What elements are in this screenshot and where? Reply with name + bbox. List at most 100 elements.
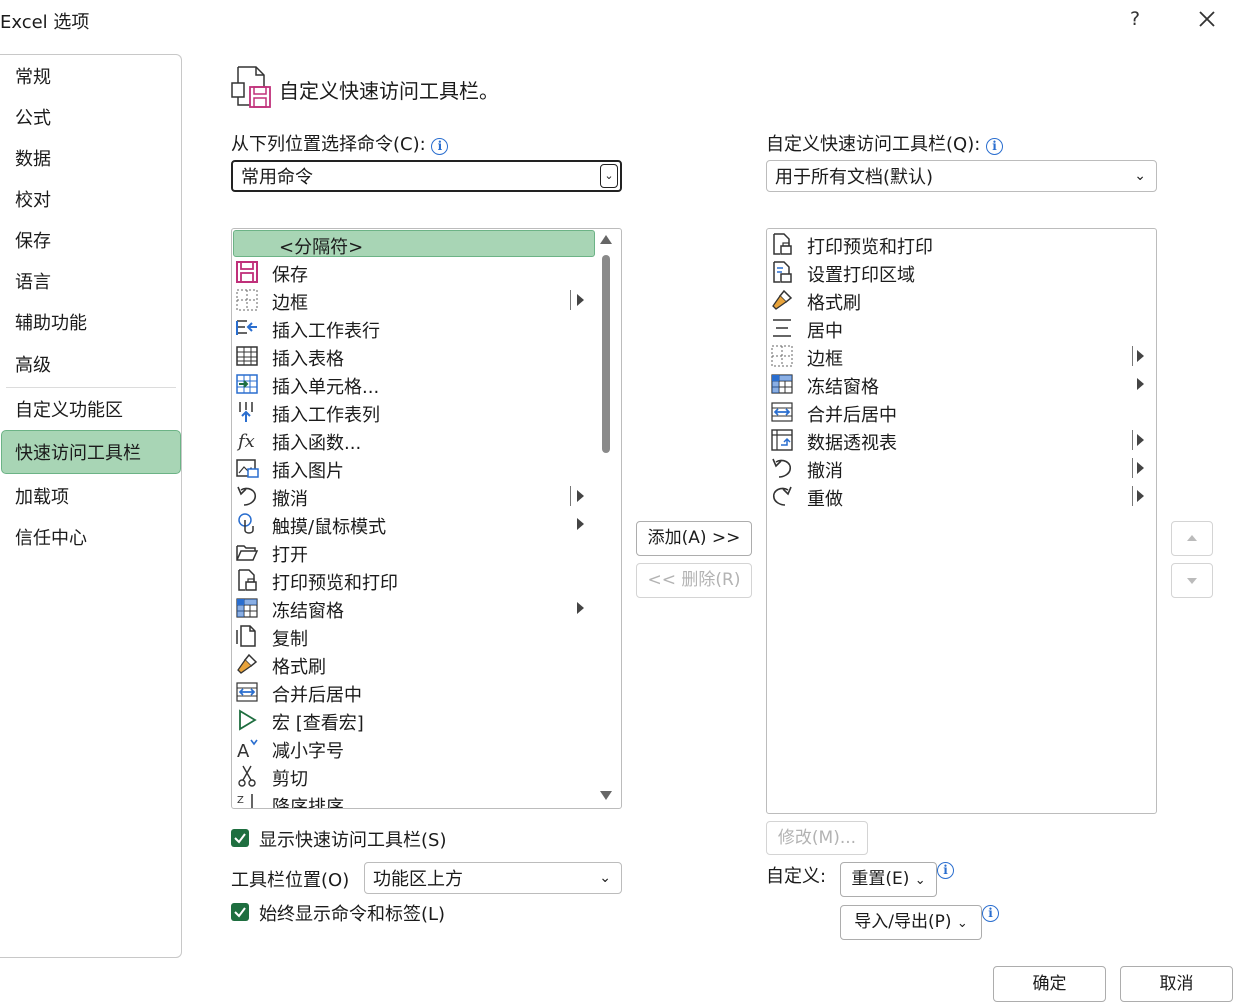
list-item[interactable]: 格式刷 — [232, 650, 621, 678]
list-item[interactable]: 撤消 — [767, 454, 1156, 482]
submenu-arrow-icon — [1137, 378, 1144, 390]
help-button[interactable]: ? — [1130, 8, 1140, 30]
sidebar-item-save[interactable]: 保存 — [15, 227, 51, 253]
info-icon[interactable]: i — [986, 138, 1004, 155]
info-icon[interactable]: i — [937, 862, 954, 879]
reset-button[interactable]: 重置(E) ⌄ — [840, 862, 937, 897]
sidebar-item-accessibility[interactable]: 辅助功能 — [15, 309, 87, 335]
list-item[interactable]: 插入工作表行 — [232, 314, 621, 342]
list-item[interactable]: 数据透视表 — [767, 426, 1156, 454]
list-item[interactable]: fx 插入函数... — [232, 426, 621, 454]
border-icon — [236, 289, 258, 311]
list-item-label: 宏 [查看宏] — [272, 713, 364, 734]
list-item[interactable]: 宏 [查看宏] — [232, 706, 621, 734]
submenu-arrow-icon — [577, 490, 584, 502]
always-show-labels-checkbox[interactable] — [231, 903, 249, 921]
info-icon[interactable]: i — [431, 138, 449, 155]
list-item[interactable]: 插入工作表列 — [232, 398, 621, 426]
info-icon[interactable]: i — [982, 905, 999, 922]
scroll-down-arrow[interactable] — [600, 791, 612, 801]
remove-button[interactable]: << 删除(R) — [636, 563, 752, 598]
sidebar-item-language[interactable]: 语言 — [15, 268, 51, 294]
reset-button-label: 重置(E) — [851, 869, 910, 889]
list-item[interactable]: 重做 — [767, 482, 1156, 510]
sidebar-item-advanced[interactable]: 高级 — [15, 351, 51, 377]
list-item-label: <分隔符> — [279, 237, 364, 258]
list-item[interactable]: 撤消 — [232, 482, 621, 510]
print-preview-icon — [238, 569, 257, 591]
sidebar-item-formulas[interactable]: 公式 — [15, 104, 51, 130]
add-button[interactable]: 添加(A) >> — [636, 521, 752, 556]
ok-button[interactable]: 确定 — [993, 966, 1106, 1002]
sidebar: 常规 公式 数据 校对 保存 语言 辅助功能 高级 自定义功能区 快速访问工具栏… — [0, 54, 182, 958]
scroll-up-arrow[interactable] — [600, 235, 612, 245]
sort-desc-icon: ZA — [237, 794, 253, 808]
list-item[interactable]: 居中 — [767, 314, 1156, 342]
move-down-button[interactable] — [1171, 563, 1213, 598]
list-item-label: 剪切 — [272, 769, 308, 790]
list-item[interactable]: A 减小字号 — [232, 734, 621, 762]
list-item[interactable]: 触摸/鼠标模式 — [232, 510, 621, 538]
format-painter-icon — [772, 289, 793, 310]
list-item[interactable]: <分隔符> — [232, 230, 621, 258]
list-item[interactable]: 冻结窗格 — [232, 594, 621, 622]
list-item[interactable]: 边框 — [767, 342, 1156, 370]
sidebar-separator — [6, 387, 176, 388]
list-item[interactable]: 打印预览和打印 — [232, 566, 621, 594]
choose-commands-label-text: 从下列位置选择命令(C): — [231, 134, 426, 155]
import-export-button-label: 导入/导出(P) — [854, 912, 952, 932]
sidebar-item-trust-center[interactable]: 信任中心 — [15, 524, 87, 550]
split-divider — [570, 290, 571, 310]
list-item[interactable]: 打印预览和打印 — [767, 230, 1156, 258]
always-show-labels-label[interactable]: 始终显示命令和标签(L) — [259, 900, 445, 926]
sidebar-item-quick-access-toolbar[interactable]: 快速访问工具栏 — [15, 439, 141, 465]
sidebar-item-customize-ribbon[interactable]: 自定义功能区 — [15, 396, 123, 422]
triangle-down-icon — [1187, 578, 1197, 584]
sidebar-item-general[interactable]: 常规 — [15, 63, 51, 89]
qat-commands-list[interactable]: 打印预览和打印 设置打印区域 格式刷 居中 边框 冻结窗格合并后居中 数据透视表 撤消 重做 — [766, 228, 1157, 814]
list-item[interactable]: 冻结窗格 — [767, 370, 1156, 398]
list-item-label: 保存 — [272, 265, 308, 286]
list-item-label: 复制 — [272, 629, 308, 650]
customize-qat-dropdown[interactable]: 用于所有文档(默认) ⌄ — [766, 160, 1157, 192]
list-item[interactable]: 插入表格 — [232, 342, 621, 370]
show-qat-checkbox[interactable] — [231, 829, 249, 847]
close-icon[interactable] — [1194, 6, 1220, 32]
split-divider — [1132, 486, 1133, 506]
list-item[interactable]: 保存 — [232, 258, 621, 286]
list-item-label: 合并后居中 — [807, 405, 897, 426]
move-up-button[interactable] — [1171, 521, 1213, 556]
list-item[interactable]: 打开 — [232, 538, 621, 566]
modify-button[interactable]: 修改(M)... — [766, 821, 868, 855]
list-item[interactable]: 复制 — [232, 622, 621, 650]
undo-icon — [772, 458, 792, 478]
toolbar-position-value: 功能区上方 — [373, 869, 463, 890]
scrollbar-thumb[interactable] — [602, 255, 610, 453]
touch-icon — [238, 513, 254, 534]
list-item[interactable]: 设置打印区域 — [767, 258, 1156, 286]
available-commands-list[interactable]: <分隔符> 保存 边框插入工作表行 插入表格 插入单元格... 插入工作表列 fx 插入函数.… — [231, 228, 622, 809]
list-item[interactable]: Z A 降序排序 — [232, 790, 621, 808]
show-qat-label[interactable]: 显示快速访问工具栏(S) — [259, 826, 446, 852]
list-item[interactable]: 边框 — [232, 286, 621, 314]
list-item[interactable]: 合并后居中 — [767, 398, 1156, 426]
list-item[interactable]: 剪切 — [232, 762, 621, 790]
save-icon — [236, 261, 258, 283]
list-item[interactable]: 格式刷 — [767, 286, 1156, 314]
list-item[interactable]: 插入单元格... — [232, 370, 621, 398]
sidebar-item-data[interactable]: 数据 — [15, 145, 51, 171]
sidebar-item-proofing[interactable]: 校对 — [15, 186, 51, 212]
list-item[interactable]: 合并后居中 — [232, 678, 621, 706]
list-item-label: 插入工作表行 — [272, 321, 380, 342]
import-export-button[interactable]: 导入/导出(P) ⌄ — [840, 905, 982, 940]
toolbar-position-dropdown[interactable]: 功能区上方 ⌄ — [364, 862, 622, 894]
list-item-label: 打开 — [272, 545, 308, 566]
choose-commands-dropdown[interactable]: 常用命令 ⌄ — [231, 160, 622, 192]
chevron-down-icon[interactable]: ⌄ — [600, 164, 618, 188]
sidebar-item-addins[interactable]: 加载项 — [15, 483, 69, 509]
merge-center-icon — [236, 682, 258, 702]
list-item[interactable]: 插入图片 — [232, 454, 621, 482]
chevron-down-icon: ⌄ — [1134, 168, 1146, 184]
list-item-label: 触摸/鼠标模式 — [272, 517, 387, 538]
cancel-button[interactable]: 取消 — [1120, 966, 1233, 1002]
